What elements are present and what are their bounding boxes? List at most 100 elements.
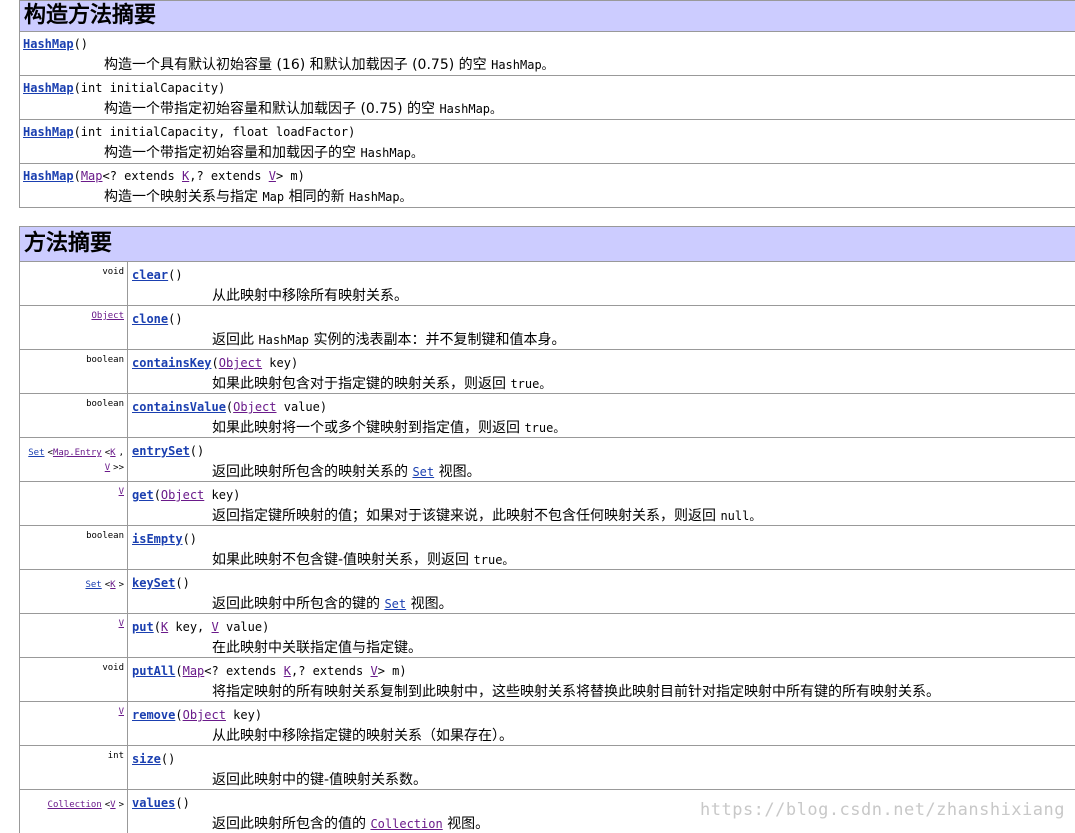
method-signature: size() <box>132 752 176 766</box>
method-link[interactable]: values <box>132 796 175 810</box>
method-signature: containsKey(Object key) <box>132 356 299 370</box>
constructor-link[interactable]: HashMap <box>23 169 74 183</box>
set-link[interactable]: Set <box>412 465 434 479</box>
constructor-link[interactable]: HashMap <box>23 125 74 139</box>
constructor-description: 构造一个映射关系与指定 Map 相同的新 HashMap。 <box>104 189 412 205</box>
table-row: void clear() 从此映射中移除所有映射关系。 <box>20 262 1075 306</box>
left-margin <box>0 0 19 828</box>
method-signature: containsValue(Object value) <box>132 400 328 414</box>
method-description: 如果此映射将一个或多个键映射到指定值，则返回 true。 <box>212 420 566 436</box>
return-type-link[interactable]: V <box>119 487 124 497</box>
map-type-link[interactable]: Map <box>81 169 103 183</box>
return-type: boolean <box>20 394 128 437</box>
method-description: 从此映射中移除所有映射关系。 <box>212 288 408 304</box>
table-row: boolean containsKey(Object key) 如果此映射包含对… <box>20 350 1075 394</box>
table-row: int size() 返回此映射中的键-值映射关系数。 <box>20 746 1075 790</box>
return-type-link[interactable]: Object <box>91 311 124 321</box>
return-type-link[interactable]: Collection <box>48 800 102 810</box>
constructor-description: 构造一个带指定初始容量和加载因子的空 HashMap。 <box>104 145 424 161</box>
return-type: V <box>20 614 128 657</box>
v-type-link[interactable]: V <box>269 169 276 183</box>
method-description: 如果此映射包含对于指定键的映射关系，则返回 true。 <box>212 376 552 392</box>
method-summary-title: 方法摘要 <box>20 226 1075 262</box>
table-row: boolean containsValue(Object value) 如果此映… <box>20 394 1075 438</box>
constructor-link[interactable]: HashMap <box>23 37 74 51</box>
return-type: Object <box>20 306 128 349</box>
table-row: HashMap(Map<? extends K,? extends V> m) … <box>20 164 1075 208</box>
method-description: 返回指定键所映射的值；如果对于该键来说，此映射不包含任何映射关系，则返回 nul… <box>212 508 762 524</box>
method-description: 返回此映射中的键-值映射关系数。 <box>212 772 428 788</box>
return-type-link[interactable]: V <box>119 619 124 629</box>
method-signature: putAll(Map<? extends K,? extends V> m) <box>132 664 407 678</box>
table-row: HashMap(int initialCapacity, float loadF… <box>20 120 1075 164</box>
return-type: void <box>20 658 128 701</box>
return-type: Set <K > <box>20 570 128 613</box>
table-row: V put(K key, V value) 在此映射中关联指定值与指定键。 <box>20 614 1075 658</box>
method-link[interactable]: get <box>132 488 154 502</box>
set-link[interactable]: Set <box>384 597 406 611</box>
method-link[interactable]: put <box>132 620 154 634</box>
constructor-link[interactable]: HashMap <box>23 81 74 95</box>
return-type: Collection <V > <box>20 790 128 833</box>
return-type: V <box>20 702 128 745</box>
table-row: boolean isEmpty() 如果此映射不包含键-值映射关系，则返回 tr… <box>20 526 1075 570</box>
return-type-link[interactable]: V <box>119 707 124 717</box>
collection-link[interactable]: Collection <box>370 817 442 831</box>
method-description: 从此映射中移除指定键的映射关系（如果存在）。 <box>212 728 513 744</box>
table-row: Set <K > keySet() 返回此映射中所包含的键的 Set 视图。 <box>20 570 1075 614</box>
return-type-link[interactable]: Map.Entry <box>53 448 102 458</box>
method-description: 将指定映射的所有映射关系复制到此映射中，这些映射关系将替换此映射目前针对指定映射… <box>212 684 940 700</box>
method-link[interactable]: keySet <box>132 576 175 590</box>
constructor-summary-title: 构造方法摘要 <box>20 0 1075 32</box>
table-row: Object clone() 返回此 HashMap 实例的浅表副本：并不复制键… <box>20 306 1075 350</box>
method-signature: values() <box>132 796 190 810</box>
table-row: V remove(Object key) 从此映射中移除指定键的映射关系（如果存… <box>20 702 1075 746</box>
method-description: 返回此映射中所包含的键的 Set 视图。 <box>212 596 453 612</box>
return-type: int <box>20 746 128 789</box>
constructor-description: 构造一个具有默认初始容量 (16) 和默认加载因子 (0.75) 的空 Hash… <box>104 57 554 73</box>
method-link[interactable]: isEmpty <box>132 532 183 546</box>
param-type-link[interactable]: Object <box>233 400 276 414</box>
method-link[interactable]: containsValue <box>132 400 226 414</box>
method-signature: clear() <box>132 268 183 282</box>
param-type-link[interactable]: Object <box>161 488 204 502</box>
return-type-link[interactable]: Set <box>28 448 44 458</box>
method-link[interactable]: size <box>132 752 161 766</box>
param-type-link[interactable]: Object <box>183 708 226 722</box>
table-row: void putAll(Map<? extends K,? extends V>… <box>20 658 1075 702</box>
method-link[interactable]: entrySet <box>132 444 190 458</box>
constructor-signature: HashMap(Map<? extends K,? extends V> m) <box>23 169 305 183</box>
method-signature: entrySet() <box>132 444 205 458</box>
method-link[interactable]: clone <box>132 312 168 326</box>
return-type: void <box>20 262 128 305</box>
method-link[interactable]: remove <box>132 708 175 722</box>
table-row: Set <Map.Entry <K ,V >> entrySet() 返回此映射所包含的… <box>20 438 1075 482</box>
watermark: https://blog.csdn.net/zhanshixiang <box>700 800 1065 820</box>
constructor-signature: HashMap(int initialCapacity, float loadF… <box>23 125 356 139</box>
method-link[interactable]: clear <box>132 268 168 282</box>
method-summary: 方法摘要 void clear() 从此映射中移除所有映射关系。 Object … <box>19 226 1075 833</box>
method-description: 返回此映射所包含的值的 Collection 视图。 <box>212 816 490 832</box>
return-type: Set <Map.Entry <K ,V >> <box>20 438 128 481</box>
constructor-signature: HashMap() <box>23 37 89 51</box>
return-type-link[interactable]: Set <box>85 580 101 590</box>
constructor-description: 构造一个带指定初始容量和默认加载因子 (0.75) 的空 HashMap。 <box>104 101 503 117</box>
method-description: 返回此 HashMap 实例的浅表副本：并不复制键和值本身。 <box>212 332 566 348</box>
method-description: 返回此映射所包含的映射关系的 Set 视图。 <box>212 464 481 480</box>
method-link[interactable]: containsKey <box>132 356 211 370</box>
method-link[interactable]: putAll <box>132 664 175 678</box>
table-row: HashMap() 构造一个具有默认初始容量 (16) 和默认加载因子 (0.7… <box>20 32 1075 76</box>
constructor-summary: 构造方法摘要 HashMap() 构造一个具有默认初始容量 (16) 和默认加载… <box>19 0 1075 208</box>
method-signature: isEmpty() <box>132 532 198 546</box>
return-type: V <box>20 482 128 525</box>
method-signature: keySet() <box>132 576 190 590</box>
return-type: boolean <box>20 350 128 393</box>
table-row: HashMap(int initialCapacity) 构造一个带指定初始容量… <box>20 76 1075 120</box>
table-row: V get(Object key) 返回指定键所映射的值；如果对于该键来说，此映… <box>20 482 1075 526</box>
method-signature: get(Object key) <box>132 488 241 502</box>
method-description: 如果此映射不包含键-值映射关系，则返回 true。 <box>212 552 515 568</box>
param-type-link[interactable]: Object <box>219 356 262 370</box>
method-signature: remove(Object key) <box>132 708 263 722</box>
method-signature: clone() <box>132 312 183 326</box>
method-description: 在此映射中关联指定值与指定键。 <box>212 640 422 656</box>
